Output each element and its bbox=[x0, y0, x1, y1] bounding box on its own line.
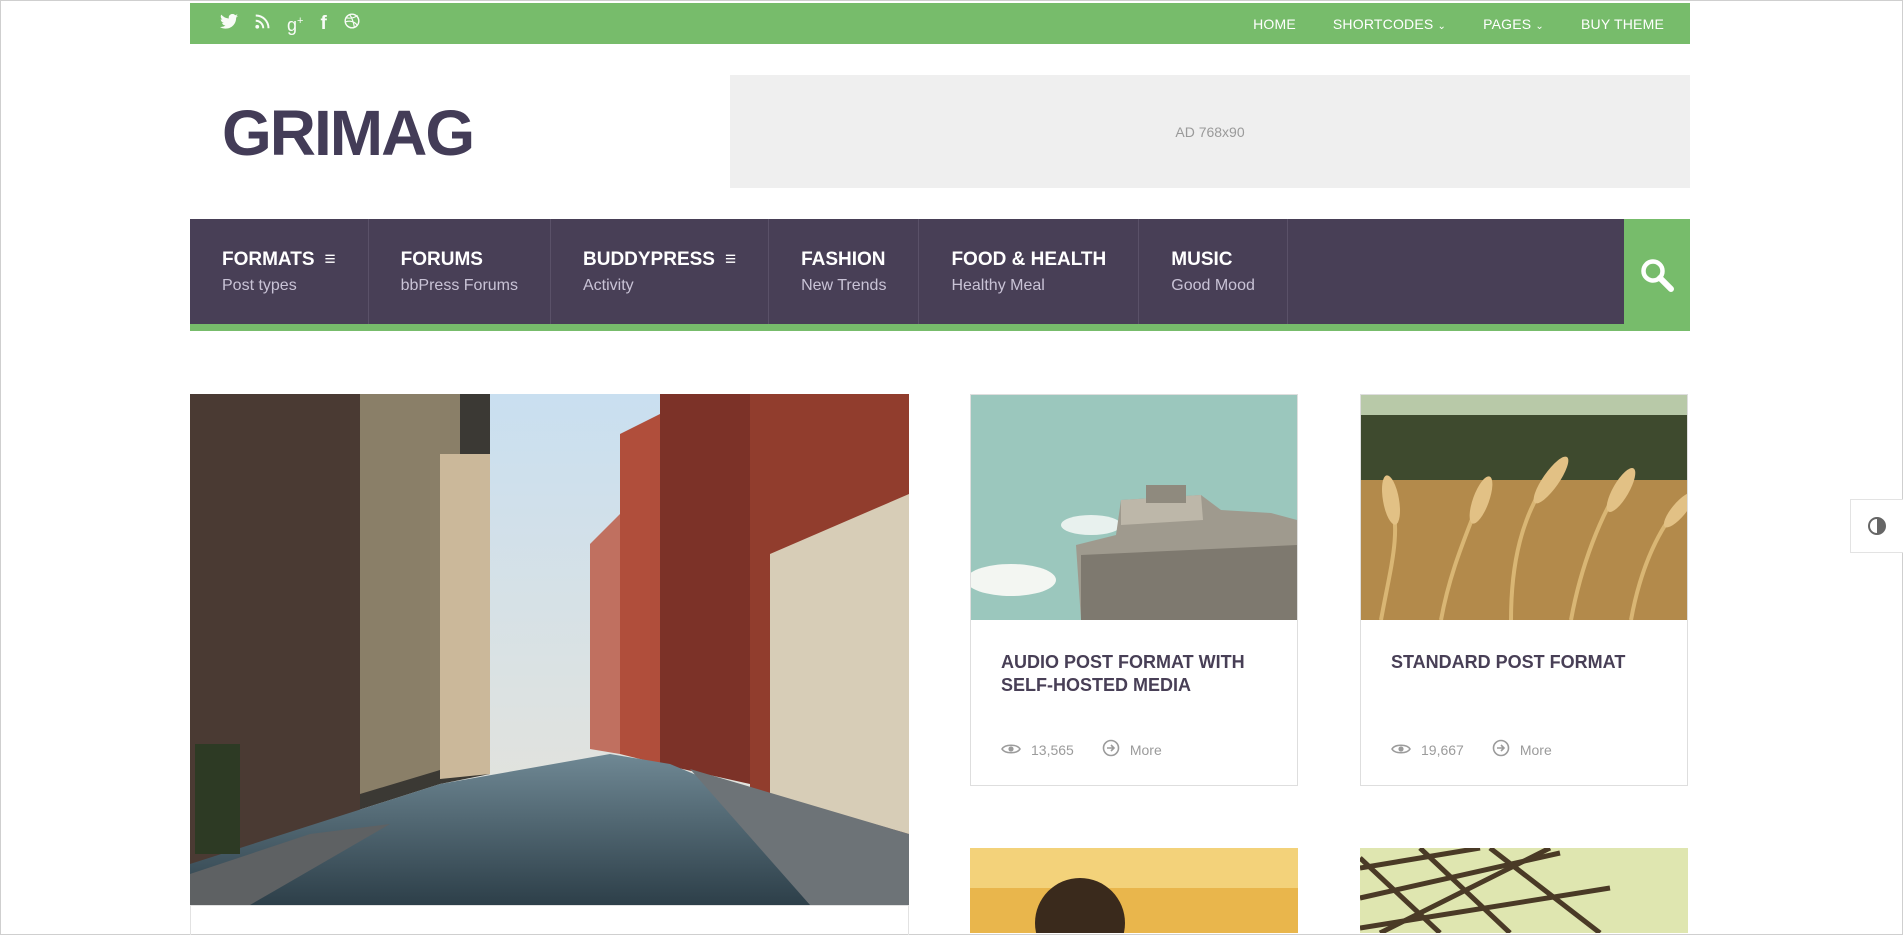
post-thumbnail[interactable] bbox=[1360, 848, 1688, 933]
nav-item-subtitle: Activity bbox=[583, 276, 634, 294]
twitter-icon[interactable] bbox=[220, 3, 238, 44]
post-title[interactable]: STANDARD POST FORMAT bbox=[1391, 651, 1661, 674]
post-meta: 13,565 More bbox=[1001, 739, 1162, 760]
nav-item-music[interactable]: MUSIC Good Mood bbox=[1139, 219, 1288, 324]
post-more-link[interactable]: More bbox=[1130, 742, 1162, 758]
top-nav-pages[interactable]: PAGES ⌄ bbox=[1483, 16, 1544, 32]
featured-post-image[interactable] bbox=[190, 394, 909, 905]
post-card[interactable]: STANDARD POST FORMAT 19,667 More bbox=[1360, 394, 1688, 786]
post-meta: 19,667 More bbox=[1391, 739, 1552, 760]
nav-item-food-health[interactable]: FOOD & HEALTH Healthy Meal bbox=[919, 219, 1140, 324]
nav-item-subtitle: Post types bbox=[222, 276, 297, 294]
post-more-link[interactable]: More bbox=[1520, 742, 1552, 758]
contrast-icon bbox=[1868, 517, 1886, 535]
post-thumbnail[interactable] bbox=[970, 848, 1298, 933]
featured-post-card bbox=[190, 905, 909, 935]
top-nav: HOME SHORTCODES ⌄ PAGES ⌄ BUY THEME bbox=[1253, 3, 1664, 44]
eye-icon bbox=[1001, 742, 1021, 758]
nav-item-subtitle: New Trends bbox=[801, 276, 887, 294]
top-nav-shortcodes[interactable]: SHORTCODES ⌄ bbox=[1333, 16, 1446, 32]
search-icon bbox=[1641, 259, 1674, 292]
site-logo[interactable]: GRIMAG bbox=[222, 96, 475, 170]
nav-accent-line bbox=[190, 324, 1690, 331]
post-views: 13,565 bbox=[1031, 741, 1074, 758]
top-bar: g+ f HOME SHORTCODES ⌄ PAGES ⌄ BUY THEME bbox=[190, 3, 1690, 44]
ad-banner[interactable]: AD 768x90 bbox=[730, 75, 1690, 188]
top-nav-shortcodes-label: SHORTCODES bbox=[1332, 15, 1434, 32]
nav-item-buddypress[interactable]: BUDDYPRESS ≡ Activity bbox=[551, 219, 770, 324]
post-title[interactable]: AUDIO POST FORMAT WITH SELF-HOSTED MEDIA bbox=[1001, 651, 1271, 697]
search-button[interactable] bbox=[1624, 219, 1690, 331]
nav-item-formats[interactable]: FORMATS ≡ Post types bbox=[190, 219, 369, 324]
post-thumbnail[interactable] bbox=[971, 395, 1297, 620]
top-nav-buy-theme[interactable]: BUY THEME bbox=[1581, 16, 1664, 32]
post-views: 19,667 bbox=[1421, 741, 1464, 758]
facebook-icon[interactable]: f bbox=[320, 3, 326, 44]
social-links: g+ f bbox=[220, 3, 360, 44]
top-nav-pages-label: PAGES bbox=[1483, 15, 1532, 32]
nav-item-title: FORMATS bbox=[222, 248, 315, 270]
menu-icon: ≡ bbox=[324, 248, 336, 270]
google-plus-icon[interactable]: g+ bbox=[287, 1, 303, 46]
arrow-circle-icon bbox=[1102, 739, 1120, 760]
nav-item-title: FASHION bbox=[801, 248, 886, 270]
contrast-toggle-button[interactable] bbox=[1850, 499, 1903, 553]
post-card[interactable]: AUDIO POST FORMAT WITH SELF-HOSTED MEDIA… bbox=[970, 394, 1298, 786]
nav-item-title: MUSIC bbox=[1171, 248, 1233, 270]
nav-item-subtitle: Good Mood bbox=[1171, 276, 1255, 294]
eye-icon bbox=[1391, 742, 1411, 758]
nav-item-title: BUDDYPRESS bbox=[583, 248, 715, 270]
nav-item-subtitle: bbPress Forums bbox=[400, 276, 518, 294]
arrow-circle-icon bbox=[1492, 739, 1510, 760]
rss-icon[interactable] bbox=[255, 3, 270, 44]
main-nav: FORMATS ≡ Post types FORUMS bbPress Forum… bbox=[190, 219, 1624, 324]
nav-item-title: FOOD & HEALTH bbox=[951, 248, 1107, 270]
menu-icon: ≡ bbox=[724, 248, 737, 270]
nav-item-title: FORUMS bbox=[400, 248, 483, 270]
top-nav-home[interactable]: HOME bbox=[1253, 16, 1296, 32]
main-nav-items: FORMATS ≡ Post types FORUMS bbPress Forum… bbox=[190, 219, 1288, 324]
dribbble-icon[interactable] bbox=[344, 3, 360, 44]
post-thumbnail[interactable] bbox=[1361, 395, 1687, 620]
nav-item-fashion[interactable]: FASHION New Trends bbox=[769, 219, 920, 324]
nav-item-forums[interactable]: FORUMS bbPress Forums bbox=[369, 219, 551, 324]
chevron-down-icon: ⌄ bbox=[1437, 20, 1447, 32]
ad-label: AD 768x90 bbox=[1175, 123, 1245, 140]
nav-item-subtitle: Healthy Meal bbox=[951, 276, 1045, 294]
chevron-down-icon: ⌄ bbox=[1535, 20, 1545, 32]
